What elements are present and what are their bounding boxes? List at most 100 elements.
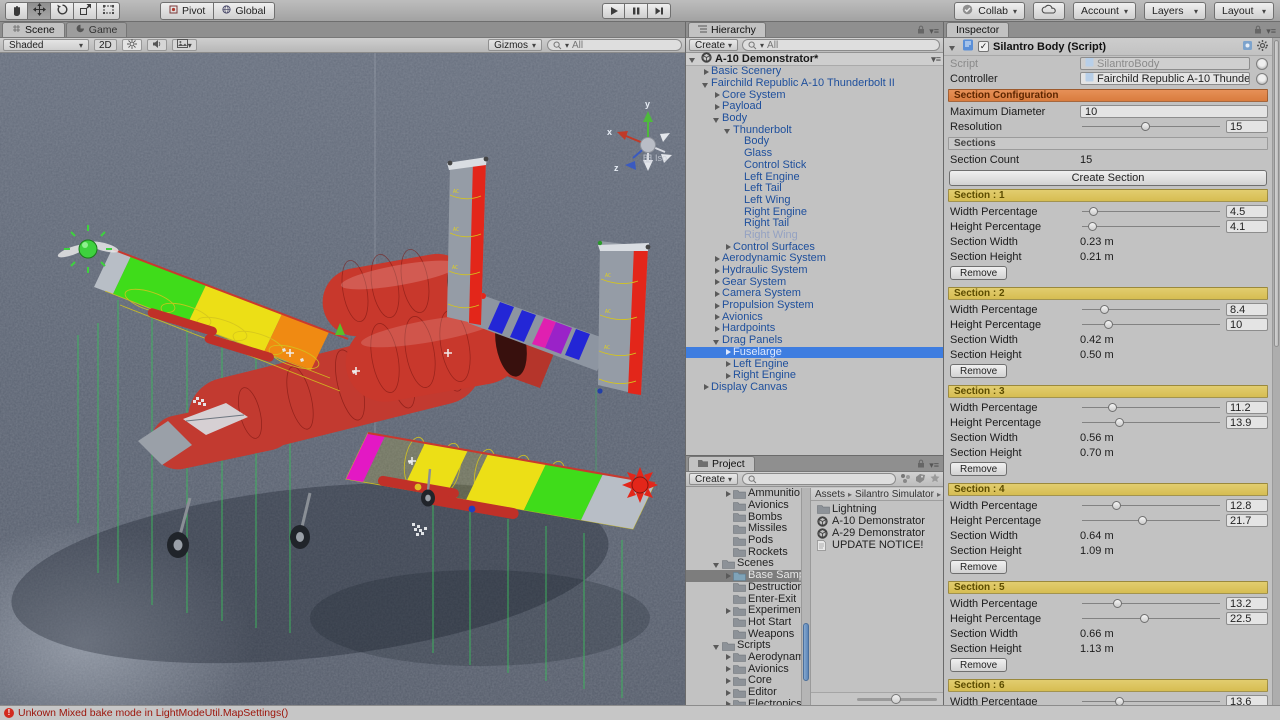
presets-icon[interactable] <box>1242 40 1253 54</box>
project-search-input[interactable] <box>742 473 896 485</box>
project-folder-row[interactable]: Weapons <box>686 628 801 640</box>
maximum-diameter-input[interactable]: 10 <box>1080 105 1268 118</box>
resolution-input[interactable]: 15 <box>1226 120 1268 133</box>
slider-thumb[interactable] <box>1108 403 1117 412</box>
panel-menu-icon[interactable]: ▾≡ <box>929 26 939 37</box>
height-percentage-input[interactable]: 13.9 <box>1226 416 1268 429</box>
foldout-arrow[interactable] <box>948 42 958 52</box>
height-percentage-input[interactable]: 4.1 <box>1226 220 1268 233</box>
width-percentage-input[interactable]: 4.5 <box>1226 205 1268 218</box>
tab-game[interactable]: Game <box>66 22 128 37</box>
hierarchy-item[interactable]: Glass <box>686 148 943 160</box>
slider-thumb[interactable] <box>1141 122 1150 131</box>
hierarchy-item[interactable]: Camera System <box>686 288 943 300</box>
script-object-field[interactable]: SilantroBody <box>1080 57 1250 70</box>
pivot-toggle-button[interactable]: Pivot <box>160 2 214 20</box>
scrollbar-thumb[interactable] <box>803 623 809 681</box>
thumbnail-size-slider[interactable] <box>857 698 937 701</box>
slider-thumb[interactable] <box>1088 222 1097 231</box>
height-percentage-input[interactable]: 10 <box>1226 318 1268 331</box>
width-percentage-input[interactable]: 13.2 <box>1226 597 1268 610</box>
foldout-arrow[interactable] <box>712 254 722 264</box>
account-dropdown[interactable]: Account▾ <box>1073 2 1136 20</box>
project-folder-row[interactable]: Ammunitio <box>686 488 801 500</box>
object-picker-icon[interactable] <box>1256 73 1268 85</box>
project-folder-row[interactable]: Core <box>686 675 801 687</box>
remove-section-button[interactable]: Remove <box>950 364 1007 378</box>
collab-button[interactable]: Collab▾ <box>954 2 1025 20</box>
audio-toggle[interactable] <box>147 39 167 51</box>
foldout-arrow[interactable] <box>712 641 722 651</box>
foldout-arrow[interactable] <box>723 125 733 135</box>
resolution-slider[interactable] <box>1080 120 1222 133</box>
width-percentage-slider[interactable] <box>1080 401 1222 414</box>
hierarchy-item[interactable]: Core System <box>686 89 943 101</box>
foldout-arrow[interactable] <box>701 67 711 77</box>
effects-dropdown[interactable]: ▾ <box>172 39 197 51</box>
tab-project[interactable]: Project <box>688 456 755 471</box>
width-percentage-input[interactable]: 8.4 <box>1226 303 1268 316</box>
foldout-arrow[interactable] <box>701 382 711 392</box>
inspector-scrollbar[interactable] <box>1272 38 1280 705</box>
slider-thumb[interactable] <box>1104 320 1113 329</box>
foldout-arrow[interactable] <box>723 571 733 581</box>
2d-toggle[interactable]: 2D <box>94 39 117 51</box>
foldout-arrow[interactable] <box>723 652 733 662</box>
hierarchy-item[interactable]: Payload <box>686 101 943 113</box>
project-folder-row[interactable]: Electronics <box>686 698 801 705</box>
foldout-arrow[interactable] <box>712 289 722 299</box>
width-percentage-input[interactable]: 13.6 <box>1226 695 1268 705</box>
hierarchy-item[interactable]: Right Engine <box>686 206 943 218</box>
project-file-row[interactable]: Lightning <box>811 503 943 515</box>
breadcrumb-item[interactable]: Assets <box>815 489 845 500</box>
foldout-arrow[interactable] <box>723 359 733 369</box>
height-percentage-input[interactable]: 21.7 <box>1226 514 1268 527</box>
width-percentage-slider[interactable] <box>1080 205 1222 218</box>
tab-inspector[interactable]: Inspector <box>946 22 1009 37</box>
lighting-toggle[interactable] <box>122 39 142 51</box>
project-folder-row[interactable]: Enter-Exit <box>686 593 801 605</box>
scene-search-input[interactable]: ▾ All <box>547 39 682 51</box>
hierarchy-item[interactable]: Right Tail <box>686 218 943 230</box>
hierarchy-item[interactable]: Hardpoints <box>686 323 943 335</box>
hierarchy-item[interactable]: Left Engine <box>686 171 943 183</box>
hierarchy-create-button[interactable]: Create▾ <box>689 39 738 51</box>
move-tool-button[interactable] <box>28 2 51 20</box>
hierarchy-search-input[interactable]: ▾ All <box>742 39 940 51</box>
lock-icon[interactable] <box>917 25 925 37</box>
foldout-arrow[interactable] <box>712 102 722 112</box>
scene-menu-icon[interactable]: ▾≡ <box>931 54 941 65</box>
hierarchy-item[interactable]: Drag Panels <box>686 335 943 347</box>
object-picker-icon[interactable] <box>1256 58 1268 70</box>
slider-thumb[interactable] <box>1115 697 1124 705</box>
project-folder-row[interactable]: Experimenta <box>686 605 801 617</box>
hierarchy-item[interactable]: Thunderbolt <box>686 124 943 136</box>
slider-thumb[interactable] <box>1140 614 1149 623</box>
remove-section-button[interactable]: Remove <box>950 658 1007 672</box>
foldout-arrow[interactable] <box>712 336 722 346</box>
create-section-button[interactable]: Create Section <box>949 170 1267 186</box>
panel-menu-icon[interactable]: ▾≡ <box>1266 26 1276 37</box>
hierarchy-item[interactable]: Right Wing <box>686 230 943 242</box>
foldout-arrow[interactable] <box>723 664 733 674</box>
tab-hierarchy[interactable]: Hierarchy <box>688 22 766 37</box>
slider-thumb[interactable] <box>1112 501 1121 510</box>
hierarchy-item[interactable]: Control Surfaces <box>686 241 943 253</box>
remove-section-button[interactable]: Remove <box>950 560 1007 574</box>
shading-mode-dropdown[interactable]: Shaded▾ <box>3 39 89 51</box>
scale-tool-button[interactable] <box>74 2 97 20</box>
project-file-row[interactable]: A-29 Demonstrator <box>811 527 943 539</box>
layers-dropdown[interactable]: Layers▾ <box>1144 2 1206 20</box>
height-percentage-slider[interactable] <box>1080 416 1222 429</box>
project-folder-row[interactable]: Destruction <box>686 582 801 594</box>
project-folder-row[interactable]: Pods <box>686 535 801 547</box>
project-folder-row[interactable]: Avionics <box>686 500 801 512</box>
layout-dropdown[interactable]: Layout▾ <box>1214 2 1274 20</box>
hierarchy-item[interactable]: Left Tail <box>686 183 943 195</box>
rect-tool-button[interactable] <box>97 2 120 20</box>
hierarchy-item[interactable]: Left Engine <box>686 358 943 370</box>
width-percentage-slider[interactable] <box>1080 303 1222 316</box>
height-percentage-slider[interactable] <box>1080 318 1222 331</box>
scene-canvas[interactable]: AC AC AC AC AC AC <box>0 53 685 705</box>
project-tree-scrollbar[interactable] <box>802 488 811 705</box>
